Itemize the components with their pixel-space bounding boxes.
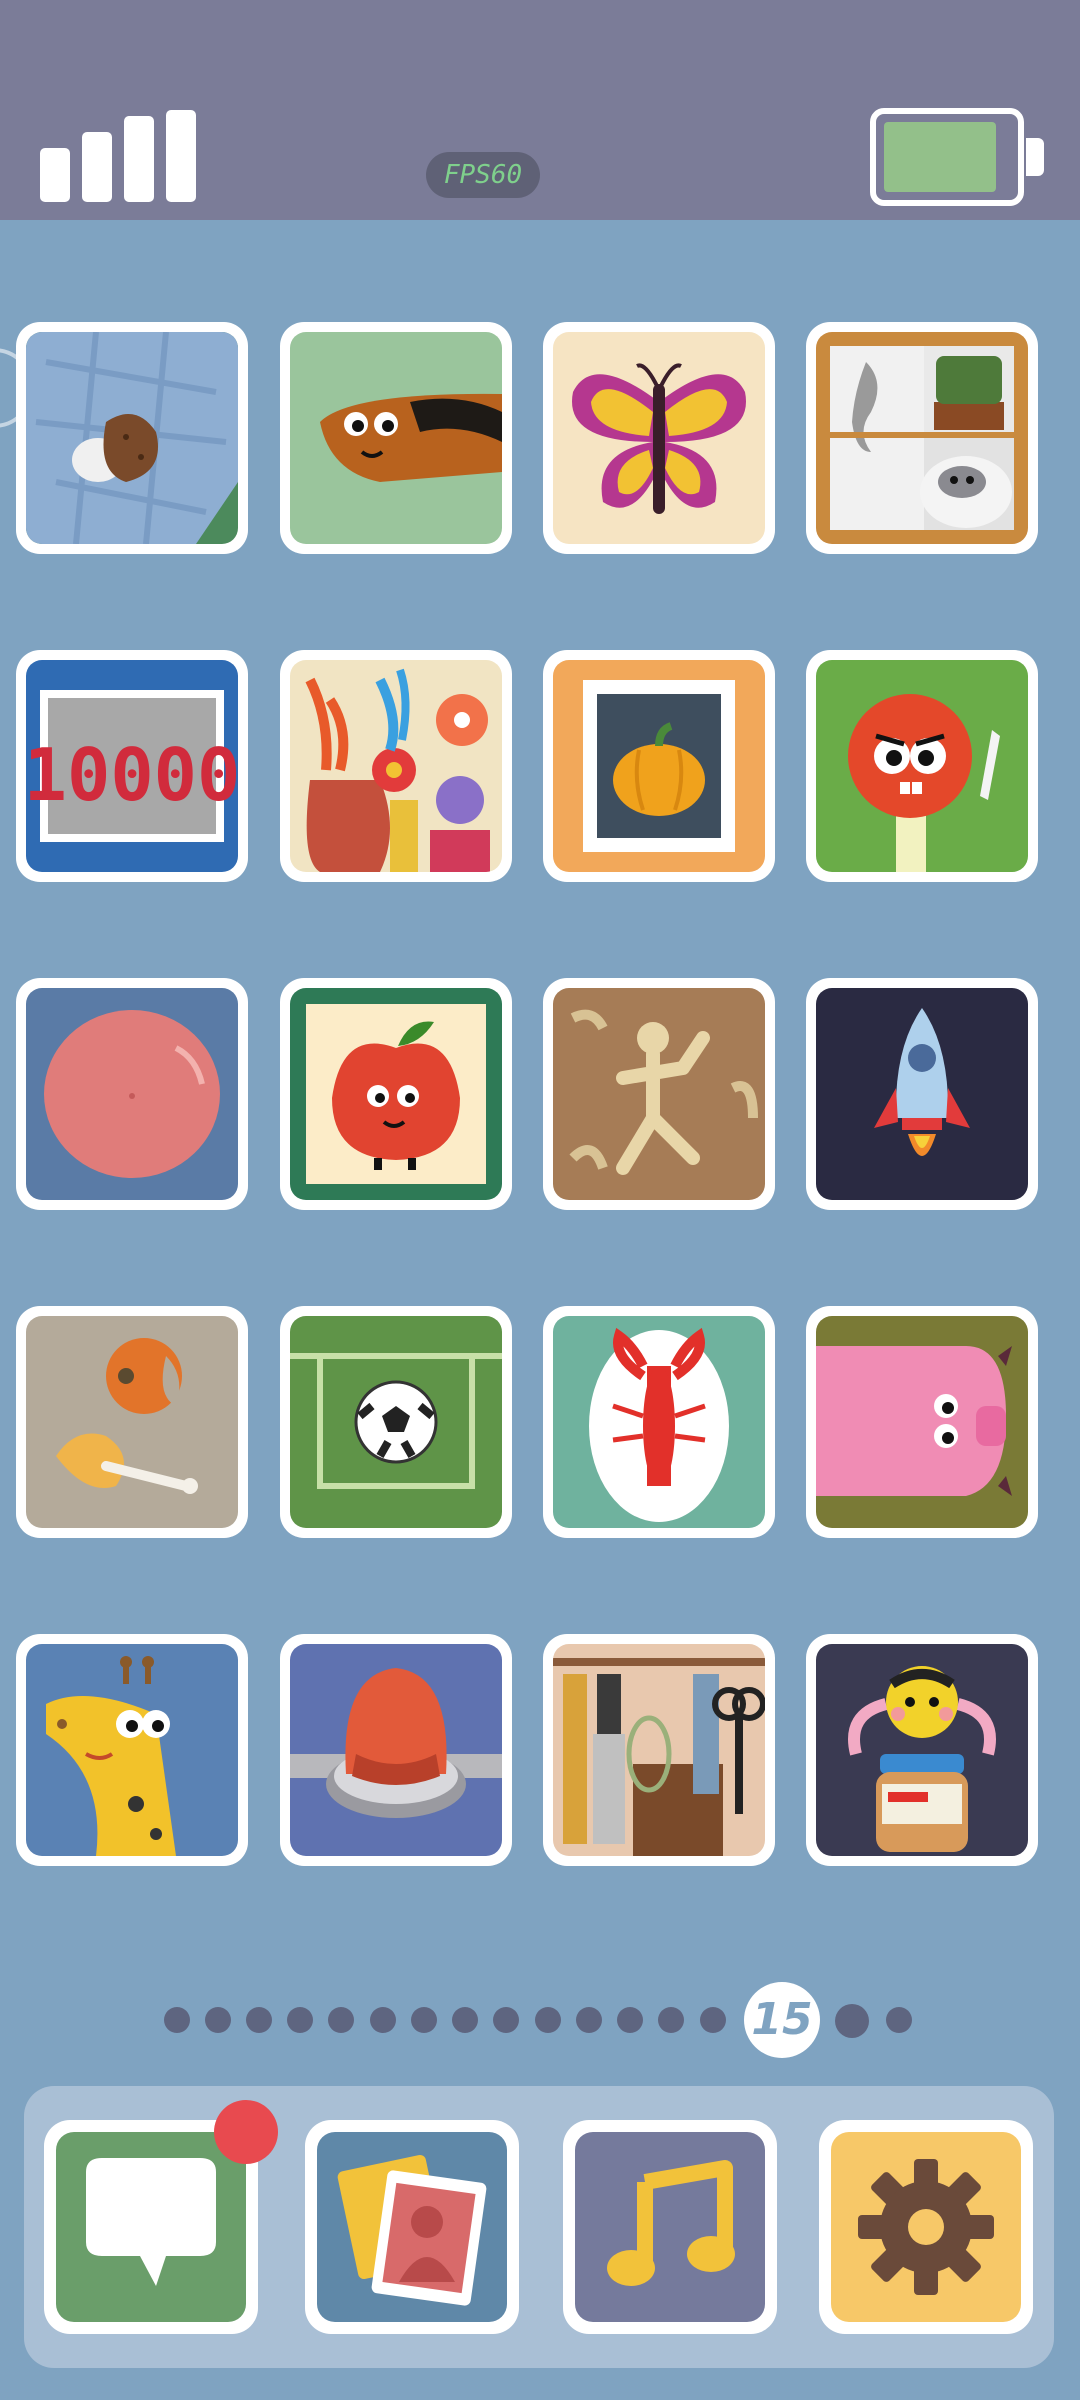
dock-app-settings[interactable] — [819, 2120, 1033, 2334]
dock-app-music[interactable] — [563, 2120, 777, 2334]
lobster-plate-icon — [553, 1316, 765, 1528]
page-dot[interactable] — [700, 2007, 726, 2033]
app-food-scraps[interactable] — [16, 1306, 248, 1538]
app-soccer-field[interactable] — [280, 1306, 512, 1538]
app-pig[interactable] — [806, 1306, 1038, 1538]
dock-app-photos[interactable] — [305, 2120, 519, 2334]
page-indicator[interactable] — [0, 1990, 1080, 2050]
giraffe-icon — [26, 1644, 238, 1856]
bee-peanut-jar-icon — [816, 1644, 1028, 1856]
apple-character-icon — [290, 988, 502, 1200]
sleeping-dog-icon — [290, 332, 502, 544]
dock — [24, 2086, 1054, 2368]
page-dot[interactable] — [370, 2007, 396, 2033]
app-giraffe[interactable] — [16, 1634, 248, 1866]
notification-badge — [214, 2100, 278, 2164]
dock-app-messages[interactable] — [44, 2100, 278, 2334]
page-dot[interactable] — [246, 2007, 272, 2033]
app-bee-jar[interactable] — [806, 1634, 1038, 1866]
counter-value: 10000 — [26, 733, 238, 817]
cave-painting-icon — [553, 988, 765, 1200]
page-dot[interactable] — [328, 2007, 354, 2033]
soccer-ball-icon — [290, 1316, 502, 1528]
app-pink-bubble[interactable] — [16, 978, 248, 1210]
page-dot[interactable] — [886, 2007, 912, 2033]
butterfly-icon — [553, 332, 765, 544]
app-stone-blanket[interactable] — [16, 322, 248, 554]
app-apple-character[interactable] — [280, 978, 512, 1210]
app-lobster[interactable] — [543, 1306, 775, 1538]
app-red-monster[interactable] — [806, 650, 1038, 882]
flower-vases-icon — [290, 660, 502, 872]
page-dot[interactable] — [535, 2007, 561, 2033]
red-monster-knife-icon — [816, 660, 1028, 872]
photos-icon — [317, 2132, 507, 2322]
app-cat-shelf[interactable] — [806, 322, 1038, 554]
signal-bar-3 — [124, 116, 154, 202]
app-butterfly[interactable] — [543, 322, 775, 554]
page-dot[interactable] — [452, 2007, 478, 2033]
page-dot[interactable] — [287, 2007, 313, 2033]
music-icon — [575, 2132, 765, 2322]
page-dot[interactable] — [576, 2007, 602, 2033]
status-bar: FPS60 — [0, 0, 1080, 220]
signal-bar-1 — [40, 148, 70, 202]
page-dot[interactable] — [164, 2007, 190, 2033]
page-dot[interactable] — [493, 2007, 519, 2033]
app-counter-10000[interactable]: 10000 — [16, 650, 248, 882]
app-cave-painting[interactable] — [543, 978, 775, 1210]
pink-bubble-icon — [26, 988, 238, 1200]
settings-icon — [831, 2132, 1021, 2322]
page-dot[interactable] — [835, 2004, 869, 2038]
stone-on-blanket-icon — [26, 332, 238, 544]
pumpkin-stamp-icon — [553, 660, 765, 872]
messages-icon — [56, 2132, 246, 2322]
signal-bar-4 — [166, 110, 196, 202]
food-scraps-icon — [26, 1316, 238, 1528]
app-red-button[interactable] — [280, 1634, 512, 1866]
app-pumpkin-stamp[interactable] — [543, 650, 775, 882]
page-dot[interactable] — [617, 2007, 643, 2033]
battery-fill — [884, 122, 996, 192]
app-sleeping-dog[interactable] — [280, 322, 512, 554]
app-kitchen-tools[interactable] — [543, 1634, 775, 1866]
cat-cactus-shelf-icon — [816, 332, 1028, 544]
kitchen-tools-icon — [553, 1644, 765, 1856]
signal-bar-2 — [82, 132, 112, 202]
current-page-bubble: 15 — [744, 1982, 820, 2058]
app-rocket[interactable] — [806, 978, 1038, 1210]
page-dot[interactable] — [658, 2007, 684, 2033]
page-dot[interactable] — [205, 2007, 231, 2033]
battery-icon — [870, 108, 1044, 206]
rocket-icon — [816, 988, 1028, 1200]
app-flower-vases[interactable] — [280, 650, 512, 882]
fps-counter: FPS60 — [426, 152, 540, 198]
page-dot[interactable] — [411, 2007, 437, 2033]
red-button-icon — [290, 1644, 502, 1856]
counter-10000-icon: 10000 — [26, 660, 238, 872]
pig-icon — [816, 1316, 1028, 1528]
